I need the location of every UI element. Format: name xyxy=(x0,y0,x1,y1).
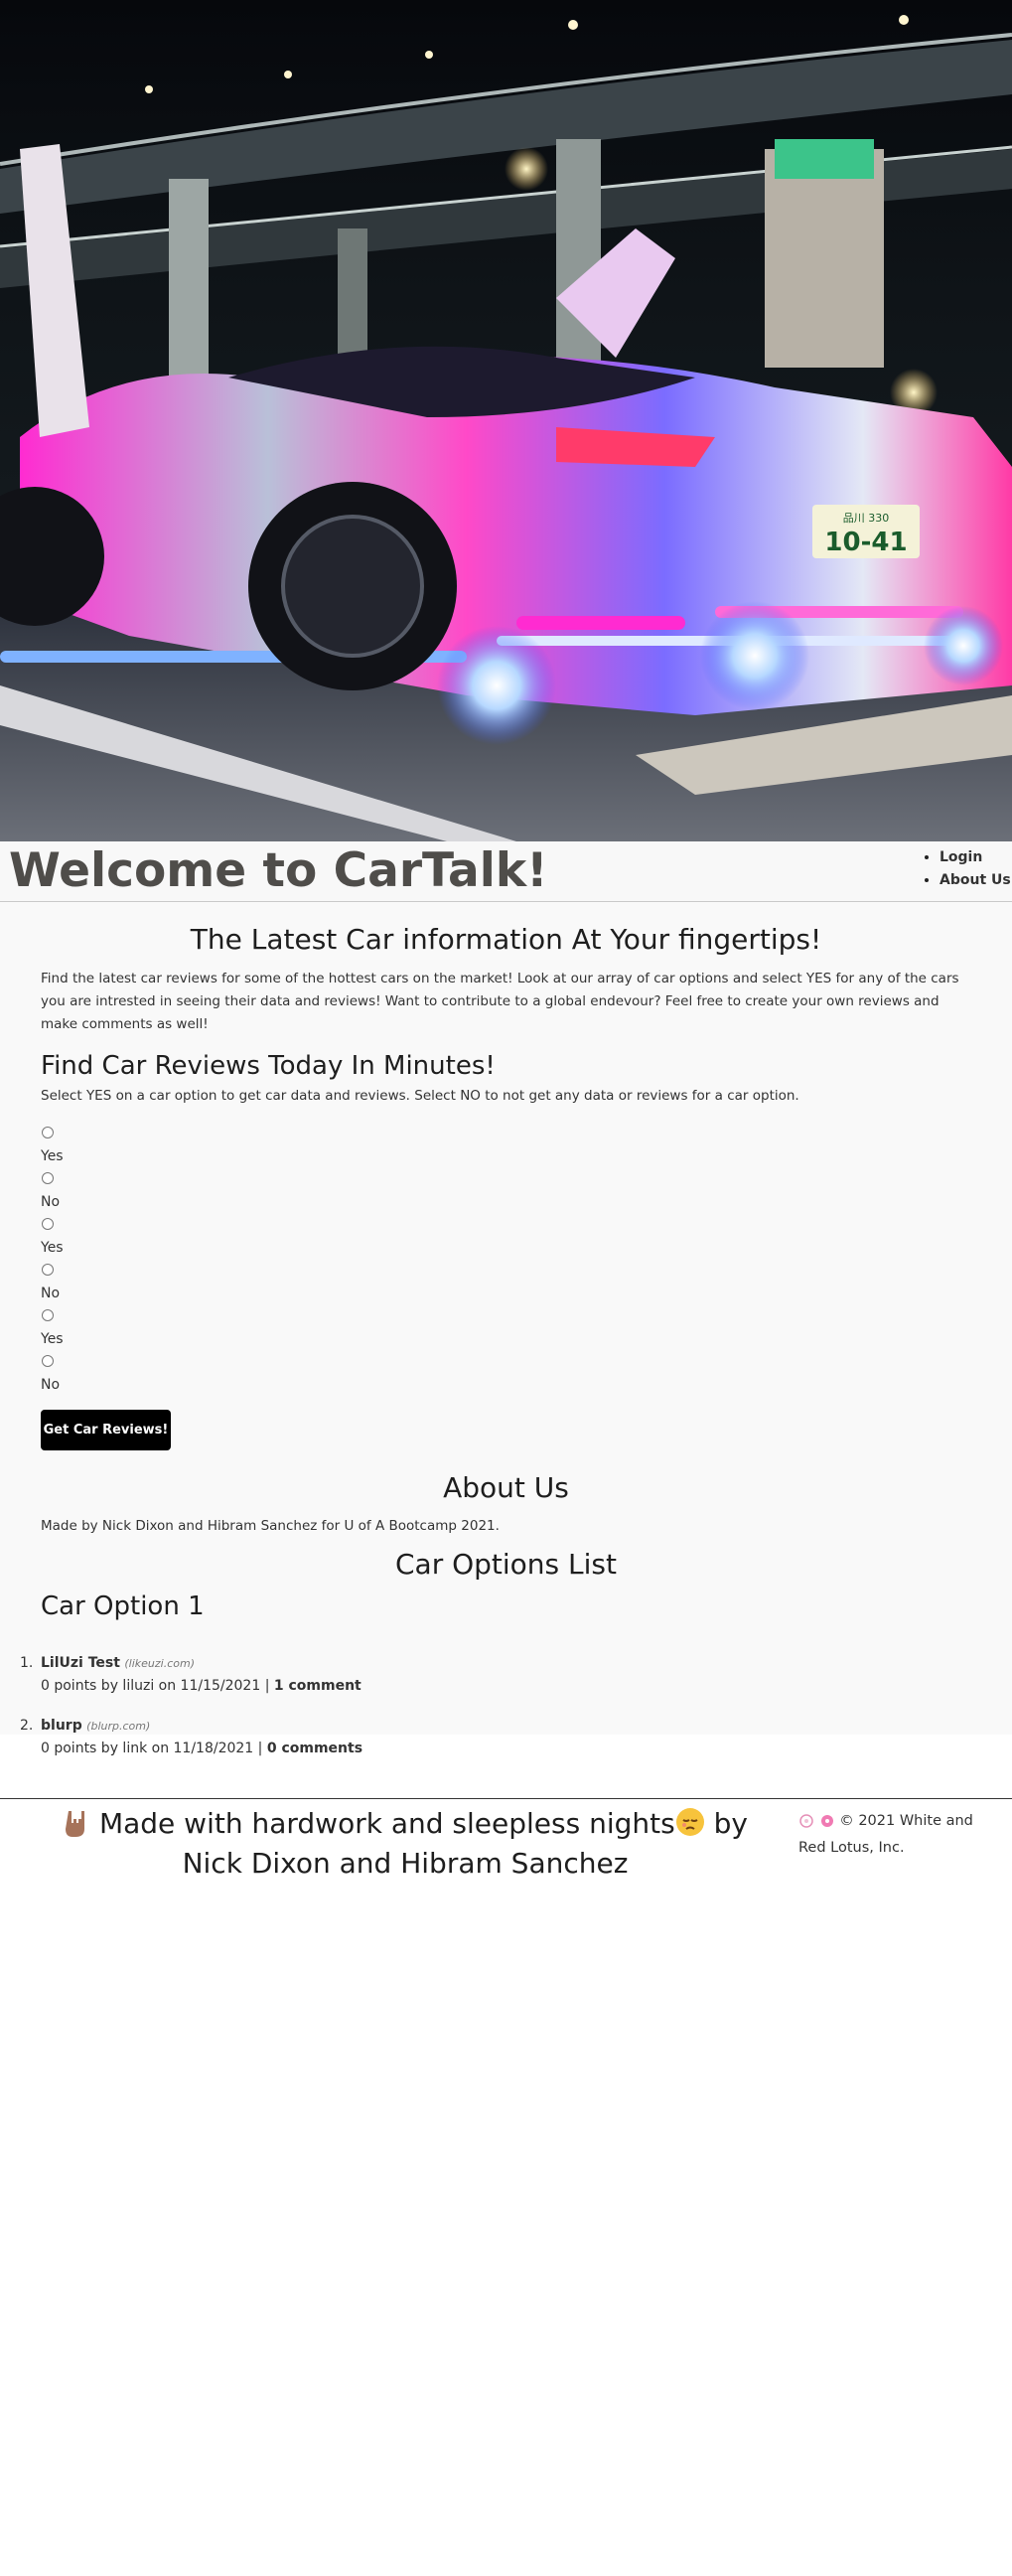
nav-item-login: Login xyxy=(940,846,1011,869)
list-item: 1. LilUzi Test (likeuzi.com) 0 points by… xyxy=(20,1652,736,1715)
footer-divider xyxy=(0,1798,1012,1799)
nav-item-about: About Us xyxy=(940,869,1011,892)
radio-row xyxy=(41,1123,974,1145)
rock-hand-icon xyxy=(63,1807,90,1846)
radio-label: No xyxy=(41,1377,61,1393)
about-title: About Us xyxy=(443,1471,569,1504)
radio-row xyxy=(41,1351,974,1374)
yes-radio[interactable] xyxy=(42,1309,54,1321)
about-us-link[interactable]: About Us xyxy=(940,872,1011,888)
car-meta: 0 points by link on 11/18/2021 | 0 comme… xyxy=(41,1738,736,1760)
footer-credit-text: Made with hardwork and sleepless nights xyxy=(98,1807,675,1840)
plate-top-text: 品川 330 xyxy=(843,512,890,525)
instruction-text: Select YES on a car option to get car da… xyxy=(41,1088,799,1104)
yes-radio[interactable] xyxy=(42,1127,54,1138)
car-meta-text: 0 points by liluzi on 11/15/2021 | xyxy=(41,1678,274,1694)
radio-row xyxy=(41,1305,974,1328)
radio-label: Yes xyxy=(41,1240,64,1256)
no-radio[interactable] xyxy=(42,1355,54,1367)
radio-row xyxy=(41,1168,974,1191)
radio-row xyxy=(41,1214,974,1237)
no-radio[interactable] xyxy=(42,1172,54,1184)
radio-label: No xyxy=(41,1286,61,1301)
comments-link[interactable]: 1 comment xyxy=(274,1678,361,1694)
comments-link[interactable]: 0 comments xyxy=(267,1741,362,1756)
site-title: Welcome to CarTalk! xyxy=(9,843,548,898)
car-list: 1. LilUzi Test (likeuzi.com) 0 points by… xyxy=(20,1652,736,1777)
about-text: Made by Nick Dixon and Hibram Sanchez fo… xyxy=(41,1518,500,1534)
car-title-line: blurp (blurp.com) xyxy=(41,1715,736,1738)
plate-number-text: 10-41 xyxy=(824,528,907,557)
radio-label: Yes xyxy=(41,1331,64,1347)
car-option-heading: Car Option 1 xyxy=(41,1591,205,1621)
nav-menu: Login About Us xyxy=(922,846,1011,892)
radio-label: No xyxy=(41,1194,61,1210)
list-item: 2. blurp (blurp.com) 0 points by link on… xyxy=(20,1715,736,1777)
find-reviews-title: Find Car Reviews Today In Minutes! xyxy=(41,1051,496,1081)
main-content: The Latest Car information At Your finge… xyxy=(0,902,1012,1756)
list-number: 1. xyxy=(20,1655,34,1671)
site-header: Welcome to CarTalk! Login About Us xyxy=(0,841,1012,902)
car-domain: (blurp.com) xyxy=(86,1720,151,1733)
radio-label: Yes xyxy=(41,1148,64,1164)
car-name-link[interactable]: LilUzi Test xyxy=(41,1655,120,1671)
get-car-reviews-button[interactable]: Get Car Reviews! xyxy=(41,1410,171,1450)
list-number: 2. xyxy=(20,1718,34,1734)
car-title-line: LilUzi Test (likeuzi.com) xyxy=(41,1652,736,1675)
no-radio[interactable] xyxy=(42,1264,54,1276)
sleepy-face-icon xyxy=(675,1807,705,1846)
footer-copyright: © 2021 White and Red Lotus, Inc. xyxy=(798,1810,997,1860)
radio-row xyxy=(41,1260,974,1283)
hero-car-photo: 品川 330 10-41 xyxy=(0,0,1012,841)
car-option-form: Yes No Yes No Yes No xyxy=(41,1123,974,1397)
car-meta-text: 0 points by link on 11/18/2021 | xyxy=(41,1741,267,1756)
login-link[interactable]: Login xyxy=(940,849,982,865)
hero-image: 品川 330 10-41 xyxy=(0,0,1012,841)
car-meta: 0 points by liluzi on 11/15/2021 | 1 com… xyxy=(41,1675,736,1698)
footer-credit: Made with hardwork and sleepless nights … xyxy=(40,1806,771,1882)
red-lotus-icon xyxy=(819,1813,835,1837)
lead-title: The Latest Car information At Your finge… xyxy=(190,923,822,956)
intro-paragraph: Find the latest car reviews for some of … xyxy=(41,971,959,1032)
yes-radio[interactable] xyxy=(42,1218,54,1230)
car-options-title: Car Options List xyxy=(394,1548,617,1581)
white-lotus-icon xyxy=(798,1813,814,1837)
car-name-link[interactable]: blurp xyxy=(41,1718,82,1734)
car-domain: (likeuzi.com) xyxy=(124,1657,195,1670)
